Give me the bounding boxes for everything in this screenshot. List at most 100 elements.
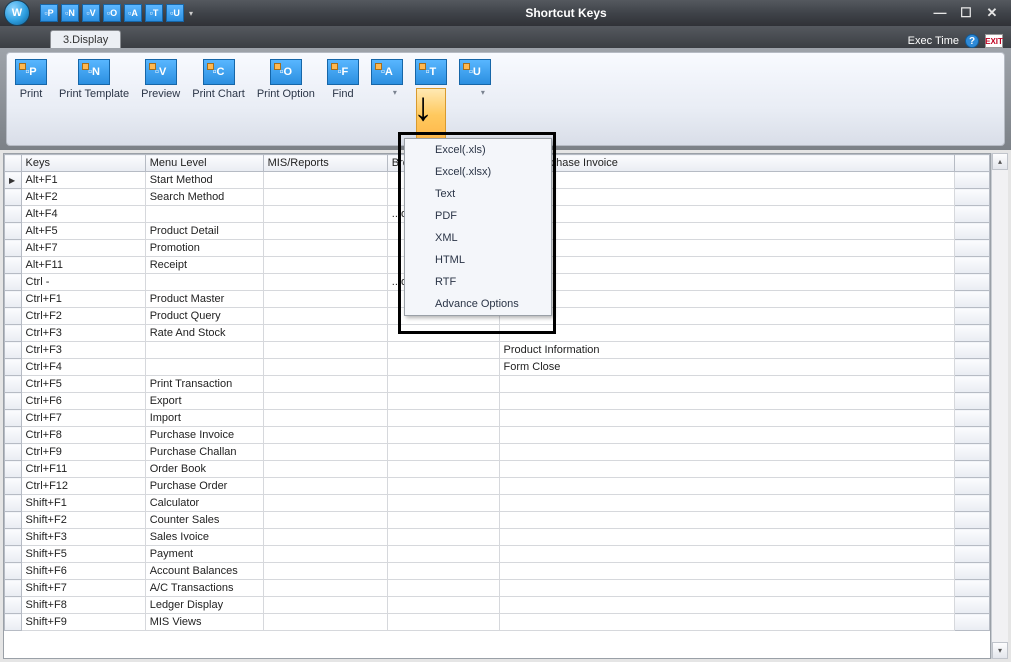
row-header[interactable] — [5, 359, 22, 376]
row-header[interactable] — [5, 189, 22, 206]
column-header[interactable]: Menu Level — [145, 155, 263, 172]
row-header[interactable] — [5, 172, 22, 189]
menu-item-rtf[interactable]: RTF — [405, 271, 551, 293]
row-header[interactable] — [5, 206, 22, 223]
ribbon-split-u[interactable]: ▫U▾ — [459, 59, 491, 103]
column-header[interactable]: Keys — [21, 155, 145, 172]
row-header[interactable] — [5, 512, 22, 529]
table-row[interactable]: Ctrl+F4Form Close — [5, 359, 990, 376]
row-header[interactable] — [5, 597, 22, 614]
row-header-corner[interactable] — [5, 155, 22, 172]
row-header[interactable] — [5, 614, 22, 631]
row-header[interactable] — [5, 325, 22, 342]
column-header[interactable] — [954, 155, 989, 172]
table-row[interactable]: Ctrl+F11Order Book — [5, 461, 990, 478]
qat-more-icon[interactable]: ▾ — [187, 4, 195, 22]
scroll-up-icon[interactable]: ▴ — [992, 153, 1008, 170]
row-header[interactable] — [5, 563, 22, 580]
close-button[interactable]: ✕ — [983, 5, 1001, 21]
chevron-down-icon[interactable]: ▾ — [481, 88, 491, 103]
ribbon-print-option[interactable]: ▫OPrint Option — [257, 59, 315, 100]
cell — [263, 172, 387, 189]
exit-icon[interactable]: EXIT — [985, 34, 1003, 48]
row-header[interactable] — [5, 291, 22, 308]
table-row[interactable]: Ctrl+F5Print Transaction — [5, 376, 990, 393]
row-header[interactable] — [5, 478, 22, 495]
row-header[interactable] — [5, 580, 22, 597]
table-row[interactable]: Shift+F6Account Balances — [5, 563, 990, 580]
table-row[interactable]: Shift+F1Calculator — [5, 495, 990, 512]
row-header[interactable] — [5, 342, 22, 359]
menu-item-html[interactable]: HTML — [405, 249, 551, 271]
table-row[interactable]: Ctrl+F9Purchase Challan — [5, 444, 990, 461]
table-row[interactable]: Shift+F7A/C Transactions — [5, 580, 990, 597]
ribbon-print-template[interactable]: ▫NPrint Template — [59, 59, 129, 100]
row-header[interactable] — [5, 308, 22, 325]
cell — [263, 189, 387, 206]
column-header[interactable]: ...tion/Purchase Invoice — [499, 155, 954, 172]
table-row[interactable]: Ctrl+F8Purchase Invoice — [5, 427, 990, 444]
row-header[interactable] — [5, 223, 22, 240]
cell — [263, 563, 387, 580]
qat-btn-n[interactable]: ▫N — [61, 4, 79, 22]
row-header[interactable] — [5, 529, 22, 546]
app-orb[interactable]: W — [4, 0, 30, 26]
tab-display[interactable]: 3.Display — [50, 30, 121, 48]
menu-item-excel-xlsx-[interactable]: Excel(.xlsx) — [405, 161, 551, 183]
cell — [387, 427, 499, 444]
qat-btn-u[interactable]: ▫U — [166, 4, 184, 22]
help-icon[interactable]: ? — [965, 34, 979, 48]
row-header[interactable] — [5, 376, 22, 393]
table-row[interactable]: Shift+F8Ledger Display — [5, 597, 990, 614]
minimize-button[interactable]: — — [931, 5, 949, 21]
row-header[interactable] — [5, 257, 22, 274]
row-header[interactable] — [5, 393, 22, 410]
ribbon-find[interactable]: ▫FFind — [327, 59, 359, 100]
row-header[interactable] — [5, 274, 22, 291]
table-row[interactable]: Shift+F3Sales Ivoice — [5, 529, 990, 546]
row-header[interactable] — [5, 461, 22, 478]
table-row[interactable]: Ctrl+F3Product Information — [5, 342, 990, 359]
ribbon-icon: ▫O — [270, 59, 302, 85]
table-row[interactable]: Shift+F2Counter Sales — [5, 512, 990, 529]
menu-item-text[interactable]: Text — [405, 183, 551, 205]
menu-item-advance-options[interactable]: Advance Options — [405, 293, 551, 315]
menu-item-pdf[interactable]: PDF — [405, 205, 551, 227]
ribbon-label: Print Template — [59, 88, 129, 100]
menu-item-xml[interactable]: XML — [405, 227, 551, 249]
table-row[interactable]: Shift+F5Payment — [5, 546, 990, 563]
qat-btn-t[interactable]: ▫T — [145, 4, 163, 22]
cell — [387, 495, 499, 512]
row-header[interactable] — [5, 546, 22, 563]
qat-btn-a[interactable]: ▫A — [124, 4, 142, 22]
table-row[interactable]: Ctrl+F7Import — [5, 410, 990, 427]
cell: Ctrl+F1 — [21, 291, 145, 308]
cell — [263, 206, 387, 223]
table-row[interactable]: Ctrl+F6Export — [5, 393, 990, 410]
row-header[interactable] — [5, 495, 22, 512]
row-header[interactable] — [5, 240, 22, 257]
row-header[interactable] — [5, 427, 22, 444]
vertical-scrollbar[interactable]: ▴ ▾ — [991, 153, 1008, 659]
ribbon-preview[interactable]: ▫VPreview — [141, 59, 180, 100]
scroll-down-icon[interactable]: ▾ — [992, 642, 1008, 659]
menu-item-excel-xls-[interactable]: Excel(.xls) — [405, 139, 551, 161]
chevron-down-icon[interactable]: ▾ — [393, 88, 403, 103]
qat-btn-p[interactable]: ▫P — [40, 4, 58, 22]
cell: Import — [145, 410, 263, 427]
ribbon-print-chart[interactable]: ▫CPrint Chart — [192, 59, 245, 100]
tabstrip-right: Exec Time ? EXIT — [908, 34, 1011, 48]
cell: Alt+F7 — [21, 240, 145, 257]
column-header[interactable]: MIS/Reports — [263, 155, 387, 172]
cell: Promotion — [145, 240, 263, 257]
table-row[interactable]: Shift+F9MIS Views — [5, 614, 990, 631]
ribbon-print[interactable]: ▫PPrint — [15, 59, 47, 100]
row-header[interactable] — [5, 444, 22, 461]
maximize-button[interactable]: ☐ — [957, 5, 975, 21]
table-row[interactable]: Ctrl+F12Purchase Order — [5, 478, 990, 495]
ribbon-split-a[interactable]: ▫A▾ — [371, 59, 403, 103]
qat-btn-v[interactable]: ▫V — [82, 4, 100, 22]
qat-btn-o[interactable]: ▫O — [103, 4, 121, 22]
row-header[interactable] — [5, 410, 22, 427]
row-trailer — [954, 495, 989, 512]
